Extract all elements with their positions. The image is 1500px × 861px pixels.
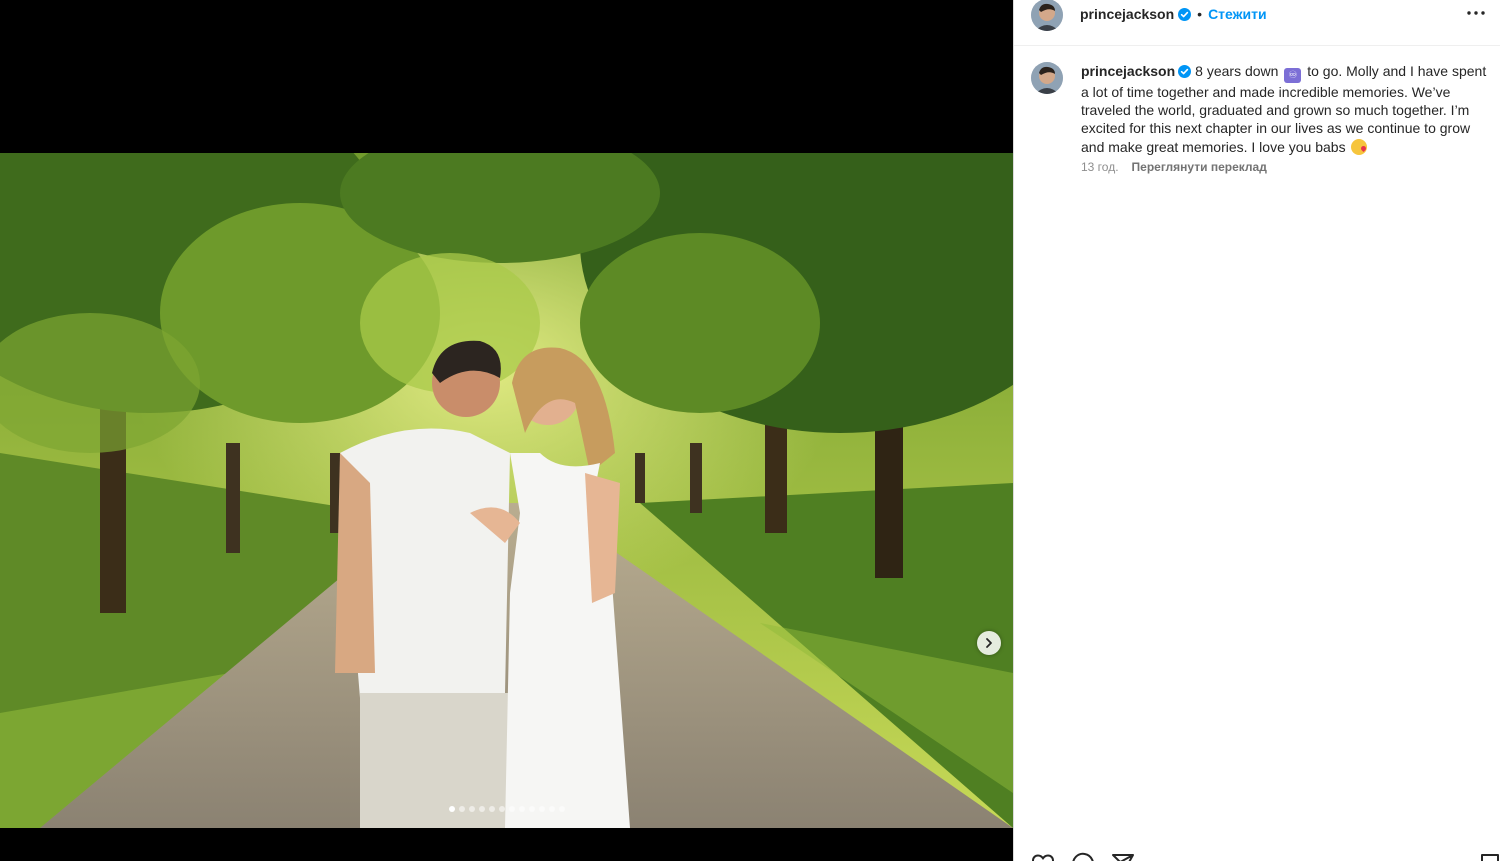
follow-button[interactable]: Стежити bbox=[1208, 6, 1267, 22]
post-caption: princejackson 8 years down ♾ to go. Molly… bbox=[1081, 62, 1487, 156]
carousel-dot bbox=[518, 806, 525, 812]
separator-dot: • bbox=[1197, 6, 1203, 22]
carousel-dot bbox=[448, 806, 455, 812]
profile-photo-icon bbox=[1031, 62, 1063, 94]
carousel-dot bbox=[558, 806, 565, 812]
carousel-dot bbox=[528, 806, 535, 812]
caption-avatar[interactable] bbox=[1031, 62, 1063, 94]
profile-photo-icon bbox=[1031, 0, 1063, 31]
post-photo[interactable] bbox=[0, 153, 1013, 828]
photo-illustration bbox=[0, 153, 1013, 828]
post-time: 13 год. bbox=[1081, 160, 1119, 174]
comment-icon[interactable] bbox=[1071, 852, 1095, 861]
carousel-dot bbox=[538, 806, 545, 812]
carousel-dot bbox=[458, 806, 465, 812]
caption-meta: 13 год. Переглянути переклад bbox=[1081, 160, 1267, 174]
post-media bbox=[0, 0, 1013, 861]
like-icon[interactable] bbox=[1031, 852, 1055, 861]
chevron-right-icon bbox=[986, 638, 992, 648]
post-side-panel: princejackson • Стежити princejackson 8 y… bbox=[1013, 0, 1500, 861]
kissing-face-emoji-icon bbox=[1351, 138, 1368, 155]
post-header: princejackson • Стежити bbox=[1014, 0, 1500, 46]
next-slide-button[interactable] bbox=[977, 631, 1001, 655]
carousel-dot bbox=[468, 806, 475, 812]
avatar[interactable] bbox=[1031, 0, 1063, 31]
header-title-row: princejackson • Стежити bbox=[1080, 6, 1267, 22]
caption-username-link[interactable]: princejackson bbox=[1081, 63, 1175, 79]
save-icon[interactable] bbox=[1478, 852, 1500, 861]
infinity-emoji-icon: ♾ bbox=[1284, 68, 1302, 83]
action-bar bbox=[1014, 846, 1500, 861]
carousel-dot bbox=[488, 806, 495, 812]
more-options-icon bbox=[1467, 11, 1485, 15]
carousel-indicator bbox=[0, 806, 1013, 812]
verified-badge-icon bbox=[1178, 65, 1192, 78]
carousel-dot bbox=[498, 806, 505, 812]
share-icon[interactable] bbox=[1111, 852, 1135, 861]
carousel-dot bbox=[478, 806, 485, 812]
see-translation-button[interactable]: Переглянути переклад bbox=[1132, 160, 1267, 174]
carousel-dot bbox=[548, 806, 555, 812]
username-link[interactable]: princejackson bbox=[1080, 6, 1174, 22]
verified-badge-icon bbox=[1178, 7, 1192, 21]
more-options-button[interactable] bbox=[1465, 4, 1487, 22]
caption-text-start: 8 years down bbox=[1195, 63, 1279, 79]
carousel-dot bbox=[508, 806, 515, 812]
